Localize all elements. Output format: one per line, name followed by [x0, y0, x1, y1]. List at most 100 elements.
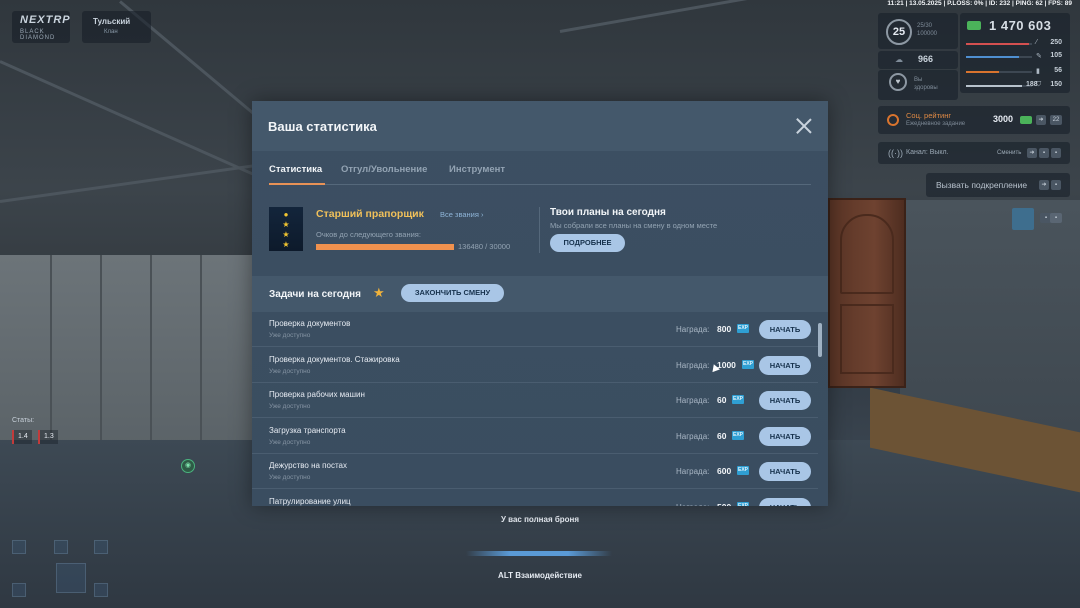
rank-name: Старший прапорщик	[316, 208, 424, 220]
heart-icon: ♥	[889, 73, 907, 91]
call-backup-label: Вызвать подкрепление	[936, 180, 1028, 190]
scrollbar[interactable]	[818, 323, 822, 357]
inventory-slot[interactable]	[12, 583, 26, 597]
exp-line-1: 25/30	[917, 23, 933, 29]
channel-change: Сменить	[997, 150, 1022, 156]
star-icon: ★	[373, 285, 385, 300]
health-line-2: здоровы	[914, 85, 938, 91]
stat-fill	[966, 71, 999, 73]
minimap-icon[interactable]	[1012, 208, 1034, 230]
locker-divider	[50, 255, 52, 455]
start-task-button[interactable]: НАЧАТЬ	[759, 497, 811, 506]
inventory-slot[interactable]	[94, 583, 108, 597]
exp-icon: EXP	[737, 324, 749, 333]
marker-icon: ◉	[181, 459, 195, 473]
stat-icon: ✎	[1036, 53, 1042, 60]
health-status: Вы здоровы	[914, 76, 938, 92]
active-tab-indicator	[269, 183, 325, 185]
task-list: Проверка документов Уже доступно Награда: 8…	[252, 312, 828, 506]
task-row: Проверка документов. Стажировка Уже досту…	[252, 348, 818, 383]
task-name: Загрузка транспорта	[269, 425, 346, 435]
stat-fill	[966, 56, 1019, 58]
reward-label: Награда:	[676, 467, 710, 476]
status-label: Статы:	[12, 417, 35, 424]
exp-text: 25/30 100000	[917, 22, 937, 38]
social-rating-subtitle: Ежедневное задание	[906, 121, 966, 127]
social-key: 22	[1050, 115, 1062, 125]
points-value: 136480 / 30000	[458, 242, 511, 251]
task-status: Уже доступно	[269, 367, 311, 375]
task-status: Уже доступно	[269, 403, 311, 410]
inventory-slot[interactable]	[12, 540, 26, 554]
tab-statistics[interactable]: Статистика	[269, 164, 322, 175]
radio-icon: ((·))	[888, 148, 903, 158]
social-rating-panel[interactable]: Соц. рейтинг Ежедневное задание 3000 ➜ 2…	[878, 106, 1070, 134]
inventory-slot[interactable]	[94, 540, 108, 554]
interaction-hint: ALT Взаимодействие	[498, 571, 582, 580]
key-icon: ▪	[1039, 148, 1049, 158]
statistics-modal: Ваша статистика Статистика Отгул/Увольне…	[252, 101, 828, 506]
task-name: Патрулирование улиц	[269, 496, 351, 506]
system-info: 11:21 | 13.05.2025 | P.LOSS: 0% | ID: 23…	[887, 0, 1072, 7]
all-ranks-link[interactable]: Все звания ›	[440, 210, 484, 219]
stat-row: ▮ 56	[966, 67, 1062, 77]
close-icon[interactable]	[796, 118, 812, 134]
details-button[interactable]: ПОДРОБНЕЕ	[550, 234, 625, 252]
arrow-key-icon: ➜	[1027, 148, 1037, 158]
reward-label: Награда:	[676, 325, 710, 334]
stat-value: 250	[1050, 39, 1062, 46]
task-name: Дежурство на постах	[269, 461, 347, 470]
start-task-button[interactable]: НАЧАТЬ	[759, 462, 811, 481]
start-task-button[interactable]: НАЧАТЬ	[759, 320, 811, 339]
task-row: Патрулирование улицУже доступноНаграда:5…	[252, 490, 818, 506]
logo-text: NEXTRP	[20, 14, 71, 26]
exp-icon: EXP	[737, 466, 749, 475]
arrow-key-icon: ➜	[1039, 180, 1049, 190]
channel-text: Канал: Выкл.	[906, 149, 949, 156]
arrow-key-icon: ➜	[1036, 115, 1046, 125]
reward-label: Награда:	[676, 396, 710, 405]
health-line-1: Вы	[914, 77, 923, 83]
exp-icon: EXP	[732, 395, 744, 404]
armor-notice: У вас полная броня	[500, 515, 580, 524]
rank-insignia-icon: ● ★ ★ ★	[269, 207, 303, 251]
stat-bar	[966, 71, 1032, 73]
wooden-door	[828, 198, 906, 388]
key-icon: ▪	[1050, 213, 1062, 223]
start-task-button[interactable]: НАЧАТЬ	[759, 426, 811, 446]
key-icon: ▪	[1051, 148, 1061, 158]
modal-title: Ваша статистика	[268, 119, 377, 134]
lockers	[0, 255, 260, 455]
rank-progress-bar	[316, 244, 454, 250]
server-info: Тульский Клан	[82, 11, 151, 43]
tasks-header: Задачи на сегодня ★ ЗАКОНЧИТЬ СМЕНУ	[252, 276, 828, 312]
social-rating-icon	[887, 114, 899, 126]
divider	[539, 207, 540, 253]
tab-tools[interactable]: Инструмент	[449, 164, 505, 175]
task-status: Уже доступно	[269, 438, 311, 446]
stat-value: 105	[1050, 52, 1062, 59]
task-status: Уже доступно	[269, 474, 311, 481]
modal-header: Ваша статистика	[252, 101, 828, 151]
level-badge: 25	[886, 19, 912, 45]
start-task-button[interactable]: НАЧАТЬ	[759, 391, 811, 410]
logo-subtext: BLACK DIAMOND	[20, 29, 56, 41]
tasks-title: Задачи на сегодня	[269, 289, 361, 300]
inventory-slot[interactable]	[54, 540, 68, 554]
reward-label: Награда:	[676, 431, 710, 441]
task-row: Загрузка транспорта Уже доступно Награда: 6…	[252, 419, 818, 454]
call-backup-button[interactable]: Вызвать подкрепление ➜ ▪	[926, 173, 1070, 197]
radio-channel-panel[interactable]: ((·)) Канал: Выкл. Сменить ➜ ▪ ▪	[878, 142, 1070, 164]
tab-bar: Статистика Отгул/Увольнение Инструмент	[269, 157, 811, 185]
server-logo: NEXTRP BLACK DIAMOND	[12, 11, 70, 43]
exp-icon: EXP	[737, 501, 749, 506]
stat-fill	[966, 85, 1023, 87]
start-task-button[interactable]: НАЧАТЬ	[759, 355, 811, 375]
task-status: Уже доступно	[269, 332, 311, 339]
task-row: Проверка рабочих машин Уже доступно Наград…	[252, 383, 818, 418]
stat-row: ⁄ 250	[966, 39, 1062, 49]
finish-shift-button[interactable]: ЗАКОНЧИТЬ СМЕНУ	[401, 284, 504, 302]
task-row: Дежурство на постах Уже доступно Награда: 6…	[252, 454, 818, 489]
reward-value: 60	[717, 395, 727, 405]
tab-leave[interactable]: Отгул/Увольнение	[341, 164, 427, 175]
